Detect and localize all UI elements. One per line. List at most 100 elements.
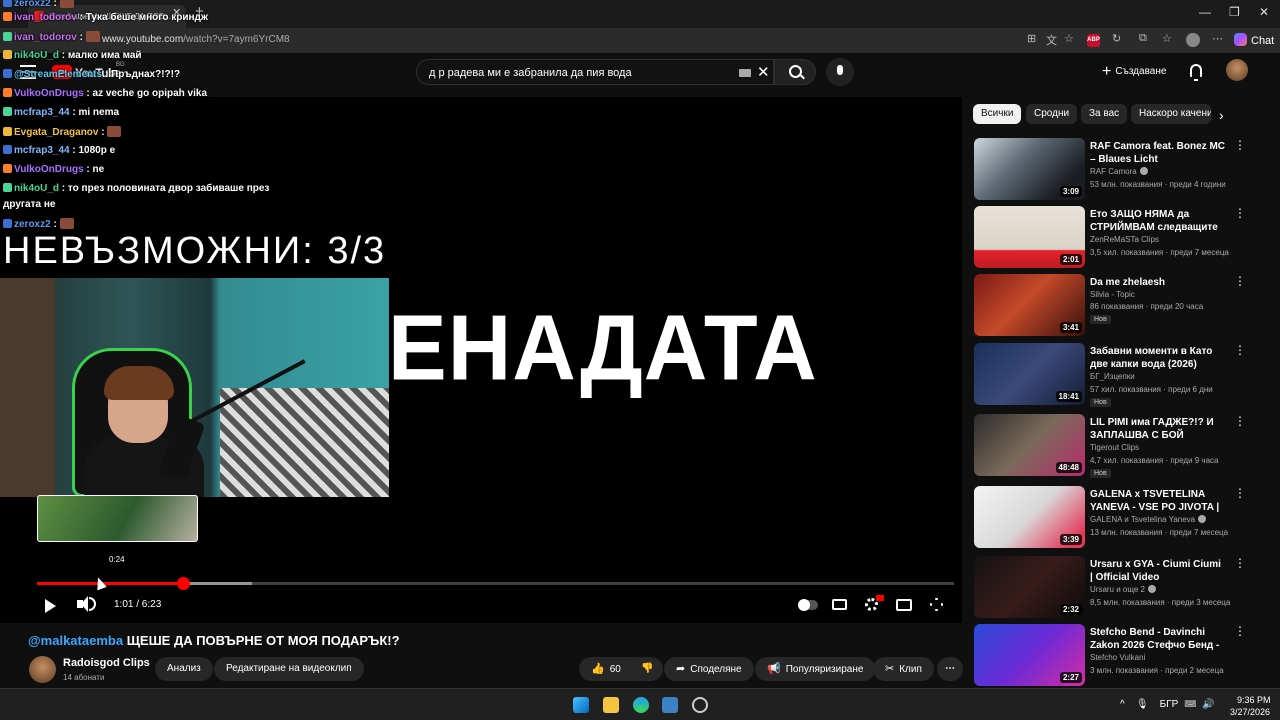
video-title[interactable]: GALENA x TSVETELINA YANEVA - VSE PO JIVO… xyxy=(1090,488,1226,514)
volume-icon[interactable] xyxy=(77,596,96,612)
fullscreen-icon[interactable] xyxy=(930,598,943,611)
more-options-icon[interactable]: ⋮ xyxy=(1234,138,1246,152)
progress-scrubber-handle[interactable] xyxy=(176,577,190,590)
chevron-right-icon[interactable]: › xyxy=(1219,107,1224,123)
close-window-icon[interactable]: ✕ xyxy=(1259,5,1269,19)
speaker-icon[interactable]: 🔊 xyxy=(1202,699,1214,710)
video-title[interactable]: RAF Camora feat. Bonez MC – Blaues Licht xyxy=(1090,140,1226,166)
recommended-video[interactable]: 2:27 Stefcho Bend - Davinchi Zakon 2026 С… xyxy=(974,624,1254,688)
user-avatar[interactable] xyxy=(1226,59,1248,81)
channel-name[interactable]: RAF Camora xyxy=(1090,167,1148,176)
more-options-icon[interactable]: ⋮ xyxy=(1234,274,1246,288)
create-button[interactable]: + Създаване xyxy=(1092,59,1176,85)
video-thumbnail[interactable]: 3:09 xyxy=(974,138,1085,200)
start-menu-icon[interactable] xyxy=(573,697,589,713)
channel-name[interactable]: Silvia - Topic xyxy=(1090,290,1135,299)
notifications-bell-icon[interactable] xyxy=(1190,64,1202,81)
channel-name[interactable]: Tigerout Clips xyxy=(1090,443,1139,452)
title-mention-link[interactable]: @malkataemba xyxy=(28,633,123,648)
file-explorer-icon[interactable] xyxy=(603,697,619,713)
channel-name[interactable]: Radoisgod Clips xyxy=(63,657,150,669)
keyboard-icon[interactable] xyxy=(739,69,751,77)
analytics-button[interactable]: Анализ xyxy=(155,657,213,681)
promote-button[interactable]: 📢 Популяризиране xyxy=(755,657,876,681)
recommended-video[interactable]: 2:32 Ursaru x GYA - Ciumi Ciumi | Officia… xyxy=(974,556,1254,620)
recommended-video[interactable]: 48:48 LIL PIMI има ГАДЖЕ?!? И ЗАПЛАШВА С … xyxy=(974,414,1254,478)
clock-date[interactable]: 3/27/2026 xyxy=(1230,707,1270,717)
video-title[interactable]: Stefcho Bend - Davinchi Zakon 2026 Стефч… xyxy=(1090,626,1226,652)
split-screen-icon[interactable]: ⧉ xyxy=(1139,32,1147,45)
recommended-video[interactable]: 2:01 Ето ЗАЩО НЯМА да СТРИЙМВАМ следващит… xyxy=(974,206,1254,270)
recommended-video[interactable]: 3:09 RAF Camora feat. Bonez MC – Blaues L… xyxy=(974,138,1254,202)
video-thumbnail[interactable]: 3:39 xyxy=(974,486,1085,548)
channel-avatar[interactable] xyxy=(29,656,56,683)
search-input[interactable]: д р радева ми е забранила да пия вода ✕ xyxy=(416,59,774,85)
clear-search-icon[interactable]: ✕ xyxy=(757,63,770,81)
copilot-chat-button[interactable]: Chat xyxy=(1234,33,1274,47)
video-thumbnail[interactable]: 18:41 xyxy=(974,343,1085,405)
chip-recent[interactable]: Наскоро качени xyxy=(1131,104,1211,124)
search-button[interactable] xyxy=(774,59,816,85)
progress-bar[interactable] xyxy=(37,577,954,590)
recommended-video[interactable]: 3:39 GALENA x TSVETELINA YANEVA - VSE PO … xyxy=(974,486,1254,550)
app-available-icon[interactable]: ⊞ xyxy=(1027,32,1036,45)
more-actions-icon[interactable]: ⋯ xyxy=(937,657,963,681)
channel-name[interactable]: Ursaru и още 2 xyxy=(1090,585,1156,594)
translate-icon[interactable]: 文 xyxy=(1046,32,1057,48)
chip-related[interactable]: Сродни xyxy=(1026,104,1078,124)
app-with-notification-icon[interactable] xyxy=(692,697,708,713)
video-thumbnail[interactable]: 48:48 xyxy=(974,414,1085,476)
keyboard-layout[interactable]: БГР xyxy=(1160,699,1179,710)
edit-video-button[interactable]: Редактиране на видеоклип xyxy=(214,657,364,681)
search-query[interactable]: д р радева ми е забранила да пия вода xyxy=(429,67,632,79)
miniplayer-icon[interactable] xyxy=(896,599,912,611)
channel-name[interactable]: БГ_Изцепки xyxy=(1090,372,1135,381)
refresh-extension-icon[interactable]: ↻ xyxy=(1112,32,1121,45)
voice-search-button[interactable] xyxy=(826,58,854,86)
favorites-icon[interactable]: ☆ xyxy=(1162,32,1172,45)
chip-all[interactable]: Всички xyxy=(973,104,1022,124)
more-options-icon[interactable]: ⋮ xyxy=(1234,486,1246,500)
video-thumbnail[interactable]: 2:27 xyxy=(974,624,1085,686)
more-options-icon[interactable]: ⋮ xyxy=(1234,206,1246,220)
video-title[interactable]: Ursaru x GYA - Ciumi Ciumi | Official Vi… xyxy=(1090,558,1226,584)
maximize-icon[interactable]: ❐ xyxy=(1229,5,1240,19)
video-title[interactable]: Da me zhelaesh xyxy=(1090,276,1226,289)
system-tray[interactable]: ^ 🎙 БГР ⌨ 🔊 xyxy=(1120,699,1215,710)
video-thumbnail[interactable]: 3:41 xyxy=(974,274,1085,336)
microphone-tray-icon[interactable]: 🎙 xyxy=(1136,699,1149,710)
video-title[interactable]: LIL PIMI има ГАДЖЕ?!? И ЗАПЛАШВА С БОЙ G… xyxy=(1090,416,1226,442)
more-options-icon[interactable]: ⋮ xyxy=(1234,414,1246,428)
network-icon[interactable]: ⌨ xyxy=(1184,699,1197,710)
video-title[interactable]: Ето ЗАЩО НЯМА да СТРИЙМВАМ следващите ..… xyxy=(1090,208,1226,234)
profile-avatar[interactable] xyxy=(1186,33,1200,47)
more-options-icon[interactable]: ⋮ xyxy=(1234,624,1246,638)
channel-name[interactable]: Stefcho Vulkani xyxy=(1090,653,1145,662)
channel-name[interactable]: GALENA и Tsvetelina Yaneva xyxy=(1090,515,1207,524)
url-text[interactable]: www.youtube.com/watch?v=7aym6YrCM8 xyxy=(102,34,290,45)
video-player[interactable]: ЕНАДАТА НЕВЪЗМОЖНИ: 3/3 0:24 1:01 / 6:23 xyxy=(0,97,962,623)
minimize-icon[interactable]: — xyxy=(1199,5,1211,19)
edge-browser-icon[interactable] xyxy=(633,697,649,713)
video-title[interactable]: Забавни моменти в Като две капки вода (2… xyxy=(1090,345,1226,371)
more-options-icon[interactable]: ⋮ xyxy=(1234,343,1246,357)
tray-overflow-icon[interactable]: ^ xyxy=(1120,699,1125,710)
play-button[interactable] xyxy=(45,599,56,613)
chip-for-you[interactable]: За вас xyxy=(1081,104,1128,124)
adblock-extension-icon[interactable]: ABP xyxy=(1087,34,1100,47)
video-thumbnail[interactable]: 2:32 xyxy=(974,556,1085,618)
favorite-star-icon[interactable]: ☆ xyxy=(1064,32,1074,45)
share-button[interactable]: ➦ Споделяне xyxy=(664,657,754,681)
more-options-icon[interactable]: ⋮ xyxy=(1234,556,1246,570)
microsoft-store-icon[interactable] xyxy=(662,697,678,713)
more-menu-icon[interactable]: ⋯ xyxy=(1212,32,1223,45)
dislike-button[interactable]: 👎 xyxy=(631,657,664,681)
channel-name[interactable]: ZenReMaSTa Clips xyxy=(1090,235,1159,244)
clock-time[interactable]: 9:36 PM xyxy=(1237,695,1271,705)
subtitles-icon[interactable] xyxy=(832,599,847,610)
autoplay-toggle[interactable] xyxy=(798,599,818,611)
video-thumbnail[interactable]: 2:01 xyxy=(974,206,1085,268)
recommended-video[interactable]: 3:41 Da me zhelaesh Silvia - Topic 86 показ… xyxy=(974,274,1254,338)
recommended-video[interactable]: 18:41 Забавни моменти в Като две капки во… xyxy=(974,343,1254,407)
clip-button[interactable]: ✂ Клип xyxy=(873,657,934,681)
